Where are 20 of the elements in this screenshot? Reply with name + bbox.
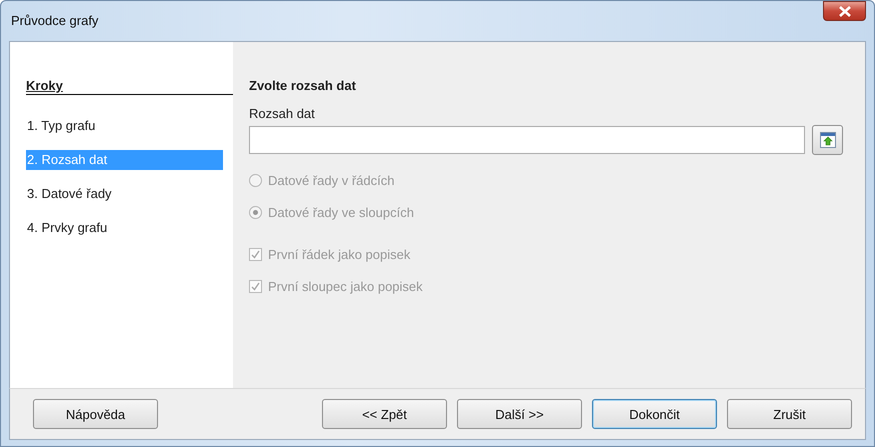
step-item[interactable]: 3. Datové řady [26, 184, 223, 204]
step-item[interactable]: 4. Prvky grafu [26, 218, 223, 238]
dialog-button[interactable]: Nápověda [33, 399, 158, 429]
section-heading: Zvolte rozsah dat [249, 78, 357, 93]
window-title: Průvodce grafy [11, 12, 98, 28]
close-icon [838, 6, 850, 16]
dialog-button[interactable]: Dokončit [592, 399, 717, 429]
checkbox-label: První řádek jako popisek [268, 246, 410, 262]
radio-label: Datové řady v řádcích [268, 172, 394, 188]
radio-label: Datové řady ve sloupcích [268, 204, 414, 220]
close-button[interactable] [823, 1, 866, 21]
dialog-button[interactable]: << Zpět [322, 399, 447, 429]
steps-heading: Kroky [26, 78, 233, 95]
dialog-button[interactable]: Zrušit [727, 399, 852, 429]
range-label: Rozsah dat [249, 106, 316, 121]
range-input-field[interactable] [249, 126, 805, 154]
step-item[interactable]: 1. Typ grafu [26, 116, 223, 136]
dialog-button[interactable]: Další >> [457, 399, 582, 429]
checkbox-label: První sloupec jako popisek [268, 278, 423, 294]
select-range-button[interactable] [812, 125, 843, 155]
